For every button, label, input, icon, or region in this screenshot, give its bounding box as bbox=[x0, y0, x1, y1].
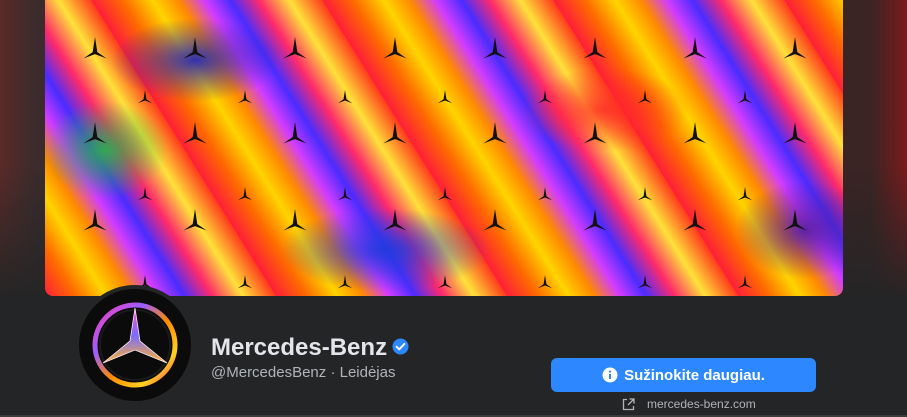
page-handle-category: @MercedesBenz · Leidėjas bbox=[211, 364, 396, 381]
mercedes-star-pattern-icon bbox=[83, 37, 807, 289]
external-link-icon bbox=[622, 397, 635, 410]
learn-more-label: Sužinokite daugiau. bbox=[624, 366, 765, 384]
verified-badge-icon bbox=[392, 338, 409, 355]
website-url: mercedes-benz.com bbox=[647, 397, 756, 411]
mercedes-star-logo-icon bbox=[92, 302, 178, 388]
info-icon bbox=[602, 367, 618, 383]
page-title[interactable]: Mercedes-Benz bbox=[211, 334, 387, 362]
website-link[interactable]: mercedes-benz.com bbox=[622, 396, 756, 412]
learn-more-button[interactable]: Sužinokite daugiau. bbox=[551, 358, 816, 392]
cover-photo[interactable] bbox=[45, 0, 843, 296]
profile-avatar[interactable] bbox=[75, 285, 195, 405]
